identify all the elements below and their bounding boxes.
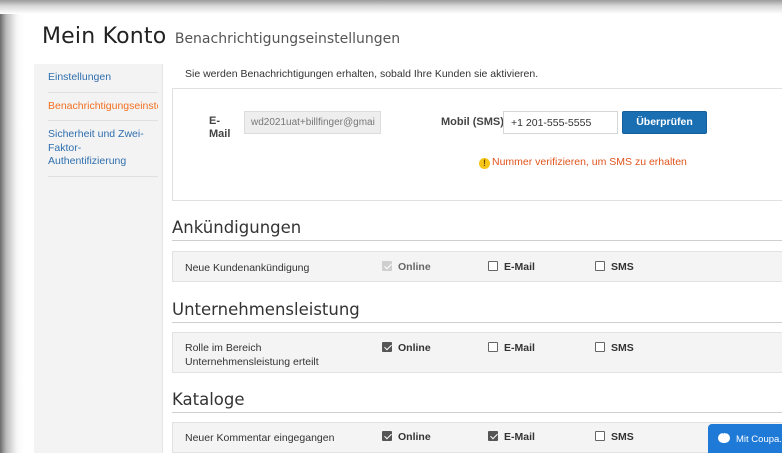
online-label: Online [398, 342, 431, 354]
email-option[interactable]: E-Mail [488, 342, 535, 354]
page-title: Mein Konto Benachrichtigungseinstellunge… [42, 24, 400, 49]
verify-button[interactable]: Überprüfen [622, 111, 707, 134]
notification-row: Rolle im Bereich Unternehmensleistung er… [172, 332, 782, 373]
row-label: Neuer Kommentar eingegangen [185, 432, 335, 444]
email-checkbox[interactable] [488, 431, 498, 441]
mobile-label: Mobil (SMS) [441, 116, 504, 128]
online-option[interactable]: Online [382, 431, 431, 443]
online-checkbox [382, 261, 392, 271]
email-label: E-Mail [209, 115, 231, 140]
page: Mein Konto Benachrichtigungseinstellunge… [24, 16, 782, 453]
sms-option-label: SMS [611, 431, 634, 443]
sms-checkbox[interactable] [595, 261, 605, 271]
email-option-label: E-Mail [504, 261, 535, 273]
row-label: Neue Kundenankündigung [185, 262, 310, 274]
online-checkbox[interactable] [382, 342, 392, 352]
contact-settings-panel: E-Mail wd2021uat+billfinger@gmai Mobil (… [172, 88, 782, 201]
email-option[interactable]: E-Mail [488, 431, 535, 443]
sidebar-item-notification-settings[interactable]: Benachrichtigungseinstellungen [48, 93, 158, 121]
online-label: Online [398, 261, 431, 273]
sms-checkbox[interactable] [595, 342, 605, 352]
sms-option[interactable]: SMS [595, 261, 634, 273]
section-title-announcements: Ankündigungen [172, 218, 782, 241]
notice-text: Sie werden Benachrichtigungen erhalten, … [185, 68, 539, 80]
sidebar: Einstellungen Benachrichtigungseinstellu… [34, 64, 163, 453]
section-title-catalogs: Kataloge [172, 390, 782, 413]
email-field: wd2021uat+billfinger@gmai [244, 111, 381, 134]
sidebar-item-settings[interactable]: Einstellungen [48, 64, 158, 93]
email-option[interactable]: E-Mail [488, 261, 535, 273]
email-checkbox[interactable] [488, 342, 498, 352]
warning-icon: ! [479, 158, 490, 169]
section-title-business-performance: Unternehmensleistung [172, 300, 782, 323]
online-checkbox[interactable] [382, 431, 392, 441]
online-option: Online [382, 261, 431, 273]
online-option[interactable]: Online [382, 342, 431, 354]
notification-row: Neue Kundenankündigung Online E-Mail SMS [172, 251, 782, 282]
sms-checkbox[interactable] [595, 431, 605, 441]
chat-button-label: Mit Coupa... [736, 434, 782, 445]
page-title-main: Mein Konto [42, 24, 167, 49]
verify-warning: ! Nummer verifizieren, um SMS zu erhalten [479, 155, 689, 169]
email-checkbox[interactable] [488, 261, 498, 271]
email-option-label: E-Mail [504, 342, 535, 354]
sidebar-item-security[interactable]: Sicherheit und Zwei-Faktor-Authentifizie… [48, 121, 158, 177]
online-label: Online [398, 431, 431, 443]
sms-option[interactable]: SMS [595, 431, 634, 443]
sms-option-label: SMS [611, 261, 634, 273]
chat-button[interactable]: Mit Coupa... [708, 424, 782, 453]
sms-option-label: SMS [611, 342, 634, 354]
verify-warning-text: Nummer verifizieren, um SMS zu erhalten [492, 156, 687, 168]
page-subtitle: Benachrichtigungseinstellungen [174, 31, 401, 47]
notification-row: Neuer Kommentar eingegangen Online E-Mai… [172, 422, 782, 453]
window-shadow-top [0, 0, 782, 14]
mobile-input[interactable] [503, 111, 618, 134]
email-option-label: E-Mail [504, 431, 535, 443]
row-label: Rolle im Bereich Unternehmensleistung er… [185, 342, 319, 368]
sms-option[interactable]: SMS [595, 342, 634, 354]
chat-icon [718, 428, 730, 443]
